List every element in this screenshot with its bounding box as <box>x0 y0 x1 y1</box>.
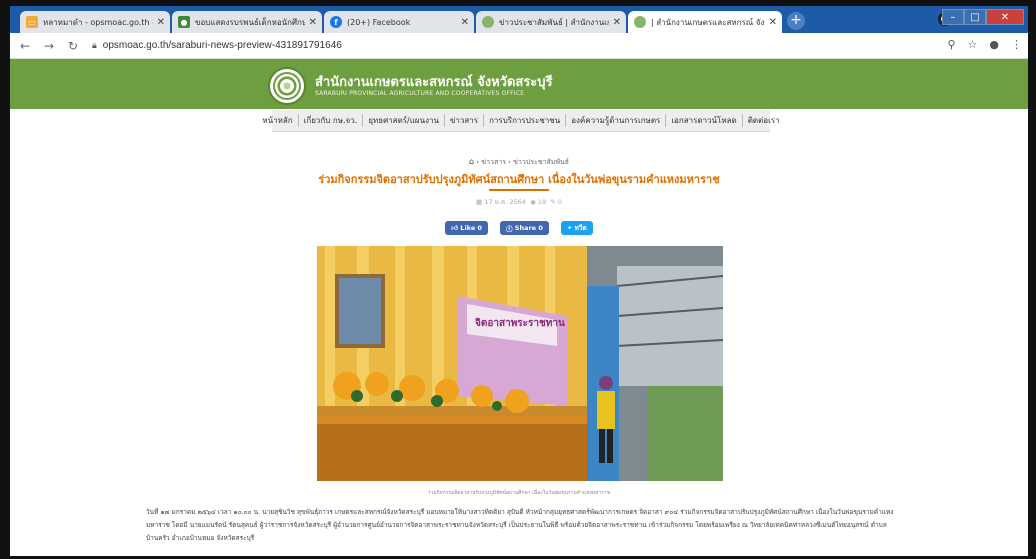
close-tab-icon[interactable]: ✕ <box>157 17 165 28</box>
org-logo[interactable] <box>268 67 306 105</box>
browser-window: ▭ หลาหมาดำ - opsmoac.go.th - Sm ✕ ● ขอบแ… <box>10 6 1028 556</box>
reload-icon[interactable]: ↻ <box>64 39 82 53</box>
close-tab-icon[interactable]: ✕ <box>769 17 777 28</box>
photo-banner-text: จิตอาสาพระราชทาน <box>475 317 565 329</box>
window-controls: – □ ✕ <box>942 9 1024 25</box>
tab-title: หลาหมาดำ - opsmoac.go.th - Sm <box>43 17 153 27</box>
share-buttons: 👍︎ Like 0 ⓕ Share 0 ✦ ทวีต <box>10 221 1028 235</box>
lock-icon: 🔒︎ <box>92 40 97 50</box>
title-underline <box>489 189 549 191</box>
new-tab-button[interactable]: + <box>787 12 805 30</box>
tweet-label: ทวีต <box>574 224 587 232</box>
twitter-bird-icon: ✦ <box>566 224 575 232</box>
nav-item-news[interactable]: ข่าวสาร <box>445 114 485 127</box>
url-text: opsmoac.go.th/saraburi-news-preview-4318… <box>102 40 342 51</box>
favicon-icon: ● <box>178 16 190 28</box>
tab-strip: ▭ หลาหมาดำ - opsmoac.go.th - Sm ✕ ● ขอบแ… <box>10 6 1028 33</box>
bookmark-star-icon[interactable]: ☆ <box>968 38 978 51</box>
menu-dots-icon[interactable]: ⋮ <box>1011 38 1022 51</box>
browser-toolbar: ← → ↻ 🔒︎ opsmoac.go.th/saraburi-news-pre… <box>10 33 1028 59</box>
article-meta: ▦ 17 ม.ค. 2564 ◉ 19 ✎ 0 <box>10 197 1028 207</box>
article-photo: จิตอาสาพระราชทาน <box>317 246 723 481</box>
nav-item-contact[interactable]: ติดต่อเรา <box>743 114 785 127</box>
nav-item-about[interactable]: เกี่ยวกับ กษ.จว. <box>299 114 364 127</box>
home-icon[interactable]: ⌂ <box>469 157 474 166</box>
close-tab-icon[interactable]: ✕ <box>309 17 317 28</box>
tab-title: (20+) Facebook <box>347 17 411 27</box>
nav-item-downloads[interactable]: เอกสารดาวน์โหลด <box>666 114 743 127</box>
back-icon[interactable]: ← <box>16 39 34 53</box>
breadcrumb-item[interactable]: ข่าวสาร <box>481 158 506 166</box>
minimize-button[interactable]: – <box>942 9 964 25</box>
photo-caption: ร่วมกิจกรรมจิตอาสาปรับปรุงภูมิทัศน์สถานศ… <box>427 490 611 496</box>
article-date: 17 ม.ค. 2564 <box>484 198 526 206</box>
org-name-english: SARABURI PROVINCIAL AGRICULTURE AND COOP… <box>315 90 525 97</box>
account-icon[interactable]: ● <box>989 38 999 51</box>
tab-title: | สำนักงานเกษตรและสหกรณ์ จังหวัดสระ <box>651 17 765 27</box>
browser-tab[interactable]: f (20+) Facebook ✕ <box>324 11 474 33</box>
facebook-icon: ⓕ <box>506 225 515 233</box>
favicon-icon <box>634 16 646 28</box>
address-bar[interactable]: 🔒︎ opsmoac.go.th/saraburi-news-preview-4… <box>92 40 342 51</box>
comment-count: 0 <box>557 198 562 206</box>
main-nav: หน้าหลัก เกี่ยวกับ กษ.จว. ยุทธศาสตร์/แผน… <box>262 110 780 132</box>
site-header: สำนักงานเกษตรและสหกรณ์ จังหวัดสระบุรี SA… <box>10 59 1028 109</box>
like-label: Like 0 <box>460 224 483 232</box>
browser-tab[interactable]: ● ขอบแสดงรบรพนธ์เด็กหอนักศึกษาจังหวัดสระ… <box>172 11 322 33</box>
breadcrumb-item[interactable]: ข่าวประชาสัมพันธ์ <box>513 158 569 166</box>
share-label: Share 0 <box>514 224 543 232</box>
favicon-icon: ▭ <box>26 16 38 28</box>
nav-item-strategy[interactable]: ยุทธศาสตร์/แผนงาน <box>363 114 445 127</box>
article-title: ร่วมกิจกรรมจิตอาสาปรับปรุงภูมิทัศน์สถานศ… <box>318 173 720 186</box>
nav-item-knowledge[interactable]: องค์ความรู้ด้านการเกษตร <box>566 114 667 127</box>
tweet-button[interactable]: ✦ ทวีต <box>560 221 593 235</box>
facebook-share-button[interactable]: ⓕ Share 0 <box>500 221 549 235</box>
thumbs-up-icon: 👍︎ <box>451 224 461 232</box>
close-tab-icon[interactable]: ✕ <box>461 17 469 28</box>
facebook-like-button[interactable]: 👍︎ Like 0 <box>445 221 489 235</box>
tab-title: ขอบแสดงรบรพนธ์เด็กหอนักศึกษาจังหวัดสระ <box>195 17 305 27</box>
nav-item-services[interactable]: การบริการประชาชน <box>484 114 567 127</box>
maximize-button[interactable]: □ <box>964 9 986 25</box>
forward-icon[interactable]: → <box>40 39 58 53</box>
tab-title: ข่าวประชาสัมพันธ์ | สำนักงานเกษตรและ <box>499 17 609 27</box>
close-window-button[interactable]: ✕ <box>986 9 1024 25</box>
article-body: วันที่ ๑๗ มกราคม ๒๕๖๔ เวลา ๑๐.๐๐ น. นายส… <box>146 508 894 542</box>
browser-tab-active[interactable]: | สำนักงานเกษตรและสหกรณ์ จังหวัดสระ ✕ <box>628 11 782 33</box>
view-count: 19 <box>537 198 547 206</box>
org-name-thai: สำนักงานเกษตรและสหกรณ์ จังหวัดสระบุรี <box>315 75 553 90</box>
nav-item-home[interactable]: หน้าหลัก <box>257 114 299 127</box>
zoom-icon[interactable]: ⚲ <box>947 38 955 51</box>
browser-tab[interactable]: ข่าวประชาสัมพันธ์ | สำนักงานเกษตรและ ✕ <box>476 11 626 33</box>
web-page: สำนักงานเกษตรและสหกรณ์ จังหวัดสระบุรี SA… <box>10 59 1028 556</box>
breadcrumb: ⌂ › ข่าวสาร › ข่าวประชาสัมพันธ์ <box>468 157 570 166</box>
comment-icon: ✎ <box>550 198 556 206</box>
facebook-icon: f <box>330 16 342 28</box>
event-photo-illustration: จิตอาสาพระราชทาน <box>317 246 723 481</box>
favicon-icon <box>482 16 494 28</box>
close-tab-icon[interactable]: ✕ <box>613 17 621 28</box>
calendar-icon: ▦ <box>476 198 483 206</box>
eye-icon: ◉ <box>530 198 536 206</box>
browser-tab[interactable]: ▭ หลาหมาดำ - opsmoac.go.th - Sm ✕ <box>20 11 170 33</box>
